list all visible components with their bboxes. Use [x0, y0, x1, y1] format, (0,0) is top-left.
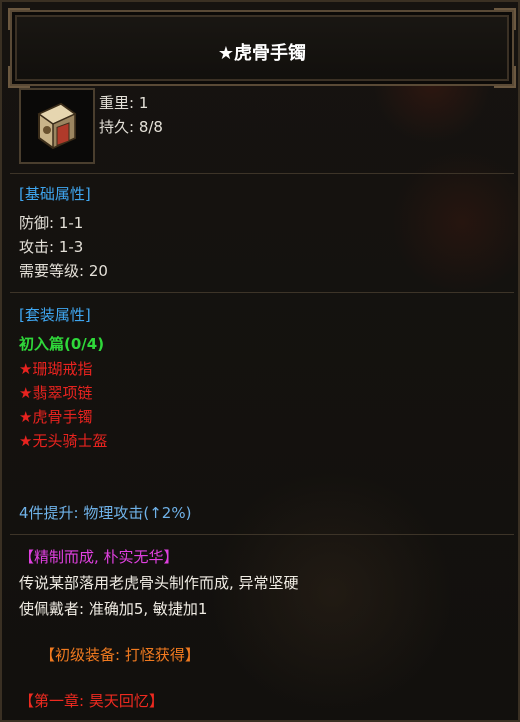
- set-name: 初入篇(0/4): [19, 335, 105, 353]
- item-slot[interactable]: [19, 88, 95, 164]
- set-piece: ★无头骑士盔: [19, 432, 108, 450]
- set-piece: ★翡翠项链: [19, 384, 93, 402]
- item-tooltip: ★虎骨手镯 重里: 1 持久: 8/8 [基础属性] 防御: 1-1 攻击: 1…: [0, 0, 520, 722]
- flavor-description: 传说某部落用老虎骨头制作而成, 异常坚硬: [19, 574, 299, 592]
- durability-stat: 持久: 8/8: [99, 118, 163, 136]
- defense-stat: 防御: 1-1: [19, 214, 84, 232]
- set-bonus: 4件提升: 物理攻击(↑2%): [19, 504, 192, 522]
- chapter-label: 【第一章: 昊天回忆】: [19, 692, 164, 710]
- bracelet-icon: [37, 102, 77, 150]
- frame-corner: [8, 8, 30, 30]
- divider: [10, 292, 514, 293]
- item-source: 【初级装备: 打怪获得】: [40, 646, 200, 664]
- set-attributes-header: [套装属性]: [19, 306, 91, 324]
- divider: [10, 534, 514, 535]
- weight-stat: 重里: 1: [99, 94, 149, 112]
- required-level-stat: 需要等级: 20: [19, 262, 108, 280]
- flavor-quote: 【精制而成, 朴实无华】: [19, 548, 179, 566]
- item-title: ★虎骨手镯: [217, 43, 307, 64]
- basic-attributes-header: [基础属性]: [19, 185, 91, 203]
- attack-stat: 攻击: 1-3: [19, 238, 84, 256]
- title-bar: ★虎骨手镯: [8, 8, 516, 88]
- frame-corner: [8, 66, 30, 88]
- frame-corner: [494, 8, 516, 30]
- divider: [10, 173, 514, 174]
- frame-corner: [494, 66, 516, 88]
- set-piece: ★珊瑚戒指: [19, 360, 93, 378]
- set-piece: ★虎骨手镯: [19, 408, 93, 426]
- wearer-bonus: 使佩戴者: 准确加5, 敏捷加1: [19, 600, 208, 618]
